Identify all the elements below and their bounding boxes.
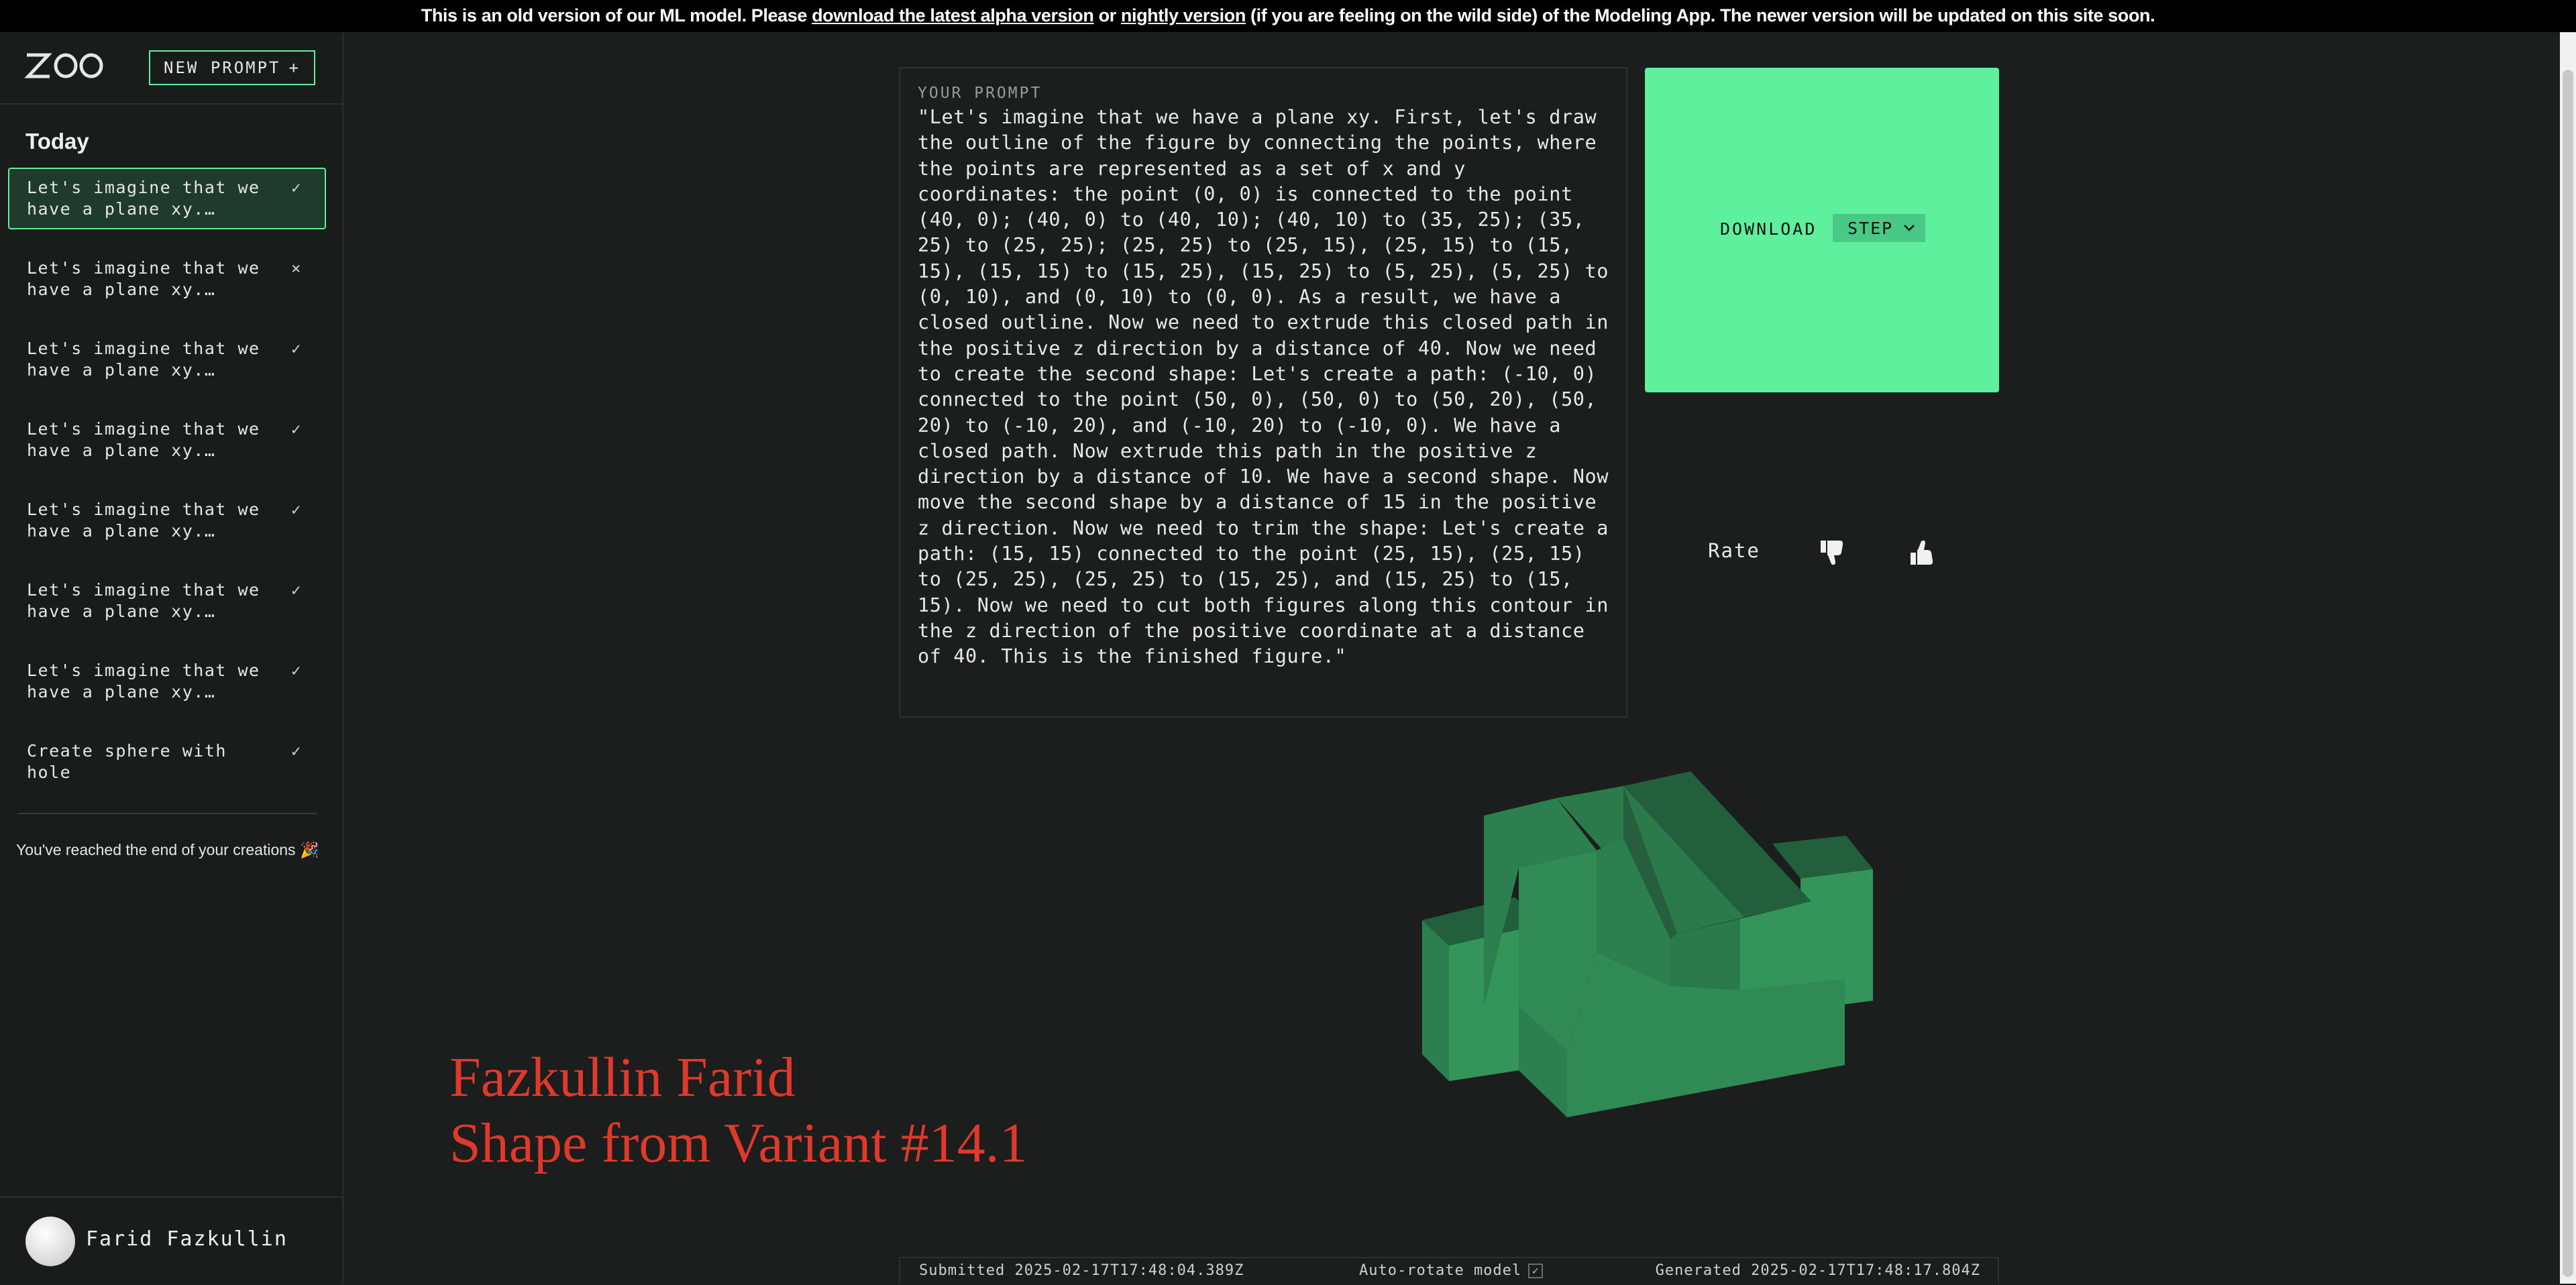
section-title: Today: [25, 129, 89, 154]
history-item[interactable]: Let's imagine that we have a plane xy.… …: [8, 490, 326, 551]
prompt-history-list: Let's imagine that we have a plane xy.… …: [8, 168, 326, 812]
avatar[interactable]: [25, 1217, 75, 1266]
user-menu[interactable]: Farid Fazkullin: [0, 1196, 342, 1285]
generation-footer: Submitted 2025-02-17T17:48:04.389Z Auto-…: [899, 1257, 1999, 1284]
history-item-label: Let's imagine that we have a plane xy.…: [27, 500, 260, 541]
thumbs-up-icon[interactable]: [1907, 538, 1937, 567]
history-item-label: Let's imagine that we have a plane xy.…: [27, 258, 260, 299]
sidebar-divider: [17, 813, 317, 814]
history-item[interactable]: Let's imagine that we have a plane xy.… …: [8, 329, 326, 390]
download-button[interactable]: DOWNLOAD: [1720, 219, 1817, 239]
check-icon: ✓: [291, 581, 302, 600]
check-icon: ✓: [291, 500, 302, 519]
check-icon: ✓: [291, 742, 302, 761]
generated-timestamp: Generated 2025-02-17T17:48:17.804Z: [1655, 1262, 1980, 1279]
history-item[interactable]: Let's imagine that we have a plane xy.… …: [8, 168, 326, 229]
format-select-value: STEP: [1847, 218, 1894, 238]
history-item-label: Create sphere with hole: [27, 741, 227, 782]
check-icon: ✓: [291, 661, 302, 680]
history-item-label: Let's imagine that we have a plane xy.…: [27, 419, 260, 460]
scrollbar-thumb[interactable]: [2563, 70, 2573, 1277]
end-of-list-note: You've reached the end of your creations…: [16, 841, 319, 858]
submitted-timestamp: Submitted 2025-02-17T17:48:04.389Z: [919, 1262, 1244, 1279]
thumbs-down-icon[interactable]: [1817, 538, 1847, 567]
rate-label: Rate: [1708, 539, 1760, 562]
overlay-caption: Fazkullin Farid Shape from Variant #14.1: [449, 1045, 1028, 1176]
history-item[interactable]: Let's imagine that we have a plane xy.… …: [8, 409, 326, 471]
download-alpha-link[interactable]: download the latest alpha version: [812, 5, 1094, 25]
model-viewer[interactable]: [1415, 765, 1878, 1127]
zoo-logo[interactable]: [24, 46, 107, 86]
history-item[interactable]: Let's imagine that we have a plane xy.… …: [8, 248, 326, 310]
history-item-label: Let's imagine that we have a plane xy.…: [27, 178, 260, 219]
prompt-label: YOUR PROMPT: [918, 85, 1042, 102]
format-select[interactable]: STEP: [1833, 214, 1925, 242]
prompt-text: "Let's imagine that we have a plane xy. …: [918, 106, 1621, 668]
deprecation-banner: This is an old version of our ML model. …: [0, 0, 2576, 32]
user-name: Farid Fazkullin: [86, 1227, 288, 1251]
history-item-label: Let's imagine that we have a plane xy.…: [27, 580, 260, 621]
banner-prefix: This is an old version of our ML model. …: [421, 5, 812, 25]
banner-mid: or: [1093, 5, 1121, 25]
prompt-panel: YOUR PROMPT "Let's imagine that we have …: [899, 67, 1627, 718]
check-icon: ✓: [291, 420, 302, 439]
failed-icon: ×: [291, 259, 302, 278]
page-scrollbar[interactable]: [2560, 32, 2576, 1284]
history-item[interactable]: Let's imagine that we have a plane xy.… …: [8, 651, 326, 712]
history-item-label: Let's imagine that we have a plane xy.…: [27, 661, 260, 702]
new-prompt-button[interactable]: NEW PROMPT +: [149, 50, 315, 85]
nightly-version-link[interactable]: nightly version: [1121, 5, 1246, 25]
plus-icon: +: [288, 58, 301, 77]
history-item[interactable]: Let's imagine that we have a plane xy.… …: [8, 570, 326, 632]
chevron-down-icon: [1904, 225, 1915, 231]
banner-suffix: (if you are feeling on the wild side) of…: [1245, 5, 2155, 25]
auto-rotate-checkbox[interactable]: ✓: [1528, 1263, 1544, 1278]
auto-rotate-label: Auto-rotate model: [1359, 1262, 1522, 1279]
auto-rotate-toggle[interactable]: Auto-rotate model ✓: [1359, 1262, 1544, 1279]
sidebar-header: NEW PROMPT +: [0, 32, 342, 105]
history-item-label: Let's imagine that we have a plane xy.…: [27, 339, 260, 380]
overlay-author: Fazkullin Farid: [449, 1046, 796, 1109]
history-item[interactable]: Create sphere with hole ✓: [8, 731, 326, 793]
sidebar: NEW PROMPT + Today Let's imagine that we…: [0, 32, 343, 1284]
overlay-variant: Shape from Variant #14.1: [449, 1112, 1028, 1174]
check-icon: ✓: [291, 339, 302, 358]
new-prompt-label: NEW PROMPT: [164, 58, 281, 77]
check-icon: ✓: [291, 178, 302, 197]
download-panel: DOWNLOAD STEP: [1645, 68, 1999, 392]
